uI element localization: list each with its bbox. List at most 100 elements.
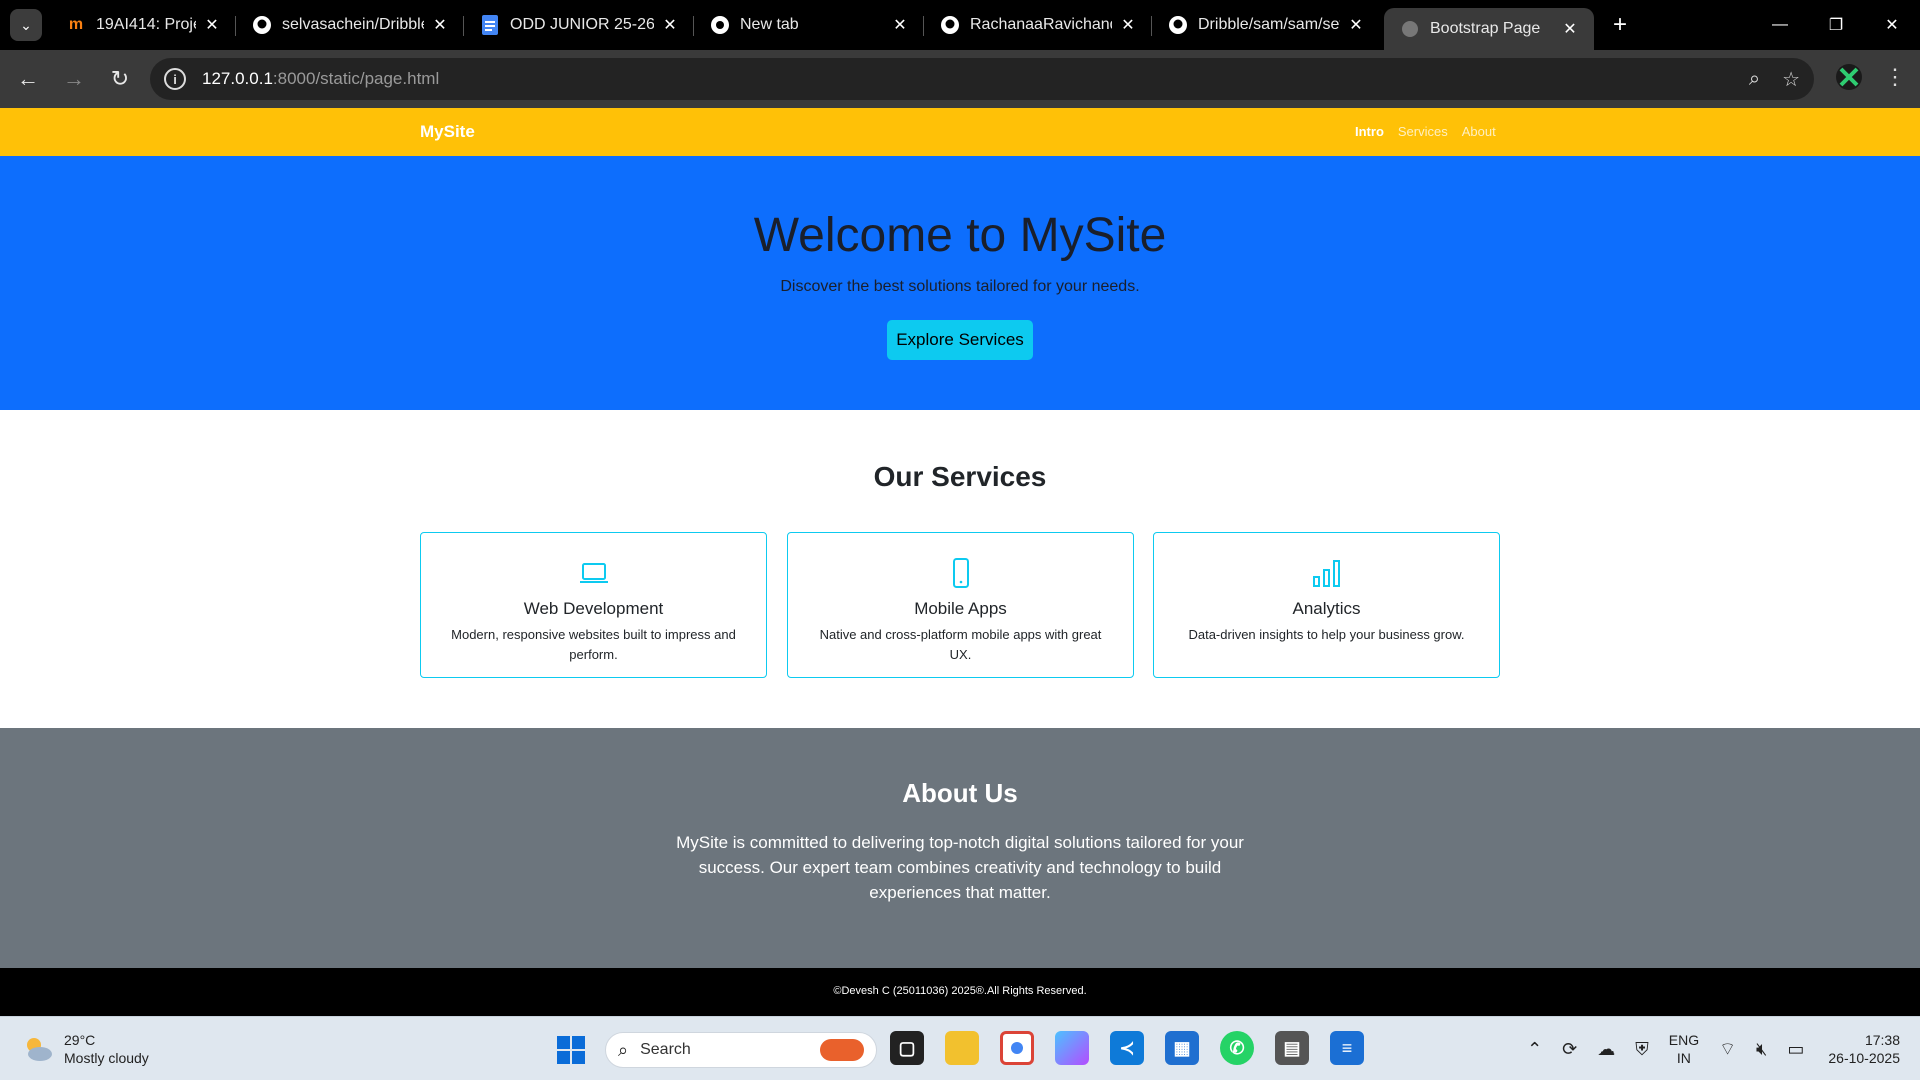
tab-7-active[interactable]: Bootstrap Page ✕ xyxy=(1384,8,1594,50)
weather-temperature: 29°C xyxy=(64,1032,96,1048)
zoom-icon[interactable]: ⌕ xyxy=(1749,68,1760,91)
extension-icon[interactable] xyxy=(1834,62,1864,92)
services-heading: Our Services xyxy=(873,461,1047,492)
forward-button[interactable]: → xyxy=(54,59,94,99)
site-footer: ©Devesh C (25011036) 2025®.All Rights Re… xyxy=(0,968,1920,1016)
phone-icon xyxy=(952,558,969,588)
url-text[interactable]: 127.0.0.1:8000/static/page.html xyxy=(202,69,439,89)
close-tab-icon[interactable]: ✕ xyxy=(1118,15,1138,35)
close-tab-icon[interactable]: ✕ xyxy=(890,15,910,35)
onedrive-icon[interactable]: ☁ xyxy=(1597,1039,1615,1060)
chrome-taskbar-icon[interactable] xyxy=(1000,1031,1034,1065)
close-tab-icon[interactable]: ✕ xyxy=(430,15,450,35)
bar-chart-icon xyxy=(1312,560,1340,587)
restore-icon: ❐ xyxy=(1828,17,1844,34)
tab-6[interactable]: Dribble/sam/sam/set ✕ xyxy=(1152,0,1380,50)
notepad-icon[interactable]: ≡ xyxy=(1330,1031,1364,1065)
language-indicator[interactable]: ENG IN xyxy=(1669,1031,1699,1067)
search-highlight-icon xyxy=(820,1039,864,1061)
tab-strip: ⌄ m 19AI414: Project - Re ✕ selvasachein… xyxy=(0,0,1920,50)
tab-2[interactable]: selvasachein/Dribble ✕ xyxy=(236,0,464,50)
windows-start-icon[interactable] xyxy=(556,1035,586,1065)
wifi-icon[interactable]: ⌔ xyxy=(1719,1038,1736,1061)
minimize-button[interactable]: — xyxy=(1752,0,1808,50)
card-text: Modern, responsive websites built to imp… xyxy=(451,627,736,662)
weather-description: Mostly cloudy xyxy=(64,1050,149,1066)
service-card-analytics: Analytics Data-driven insights to help y… xyxy=(1153,532,1500,678)
service-card-mobile: Mobile Apps Native and cross-platform mo… xyxy=(787,532,1134,678)
tab-1[interactable]: m 19AI414: Project - Re ✕ xyxy=(50,0,236,50)
tab-title: RachanaaRavichandr xyxy=(970,16,1112,33)
reload-icon: ↻ xyxy=(110,66,130,91)
file-explorer-icon[interactable] xyxy=(945,1031,979,1065)
muted-volume-icon[interactable]: 🔇︎ xyxy=(1756,1039,1767,1060)
service-card-web: Web Development Modern, responsive websi… xyxy=(420,532,767,678)
whatsapp-icon[interactable]: ✆ xyxy=(1220,1031,1254,1065)
tab-title: ODD JUNIOR 25-26 C xyxy=(510,16,654,33)
restore-button[interactable]: ❐ xyxy=(1808,0,1864,50)
taskbar-search[interactable]: ⌕ Search xyxy=(605,1032,877,1068)
github-icon xyxy=(1168,15,1188,35)
card-title: Analytics xyxy=(1292,599,1361,618)
sync-icon[interactable]: ⟳ xyxy=(1562,1039,1577,1060)
ms-store-icon[interactable]: ▦ xyxy=(1165,1031,1199,1065)
battery-icon[interactable]: ▭ xyxy=(1787,1039,1804,1060)
close-tab-icon[interactable]: ✕ xyxy=(1560,19,1580,39)
close-window-button[interactable]: ✕ xyxy=(1864,0,1920,50)
site-navbar: MySite Intro Services About xyxy=(0,108,1920,156)
tab-title: selvasachein/Dribble xyxy=(282,16,424,33)
chevron-down-icon: ⌄ xyxy=(20,16,32,33)
address-bar[interactable]: i 127.0.0.1:8000/static/page.html ⌕ ☆ xyxy=(150,58,1814,100)
clock-date: 26-10-2025 xyxy=(1828,1050,1900,1066)
system-clock[interactable]: 17:38 26-10-2025 xyxy=(1828,1031,1900,1067)
card-text: Native and cross-platform mobile apps wi… xyxy=(819,627,1102,662)
about-heading: About Us xyxy=(902,778,1018,808)
tab-3[interactable]: ODD JUNIOR 25-26 C ✕ xyxy=(464,0,694,50)
tab-title: New tab xyxy=(740,16,799,33)
close-tab-icon[interactable]: ✕ xyxy=(202,15,222,35)
site-brand[interactable]: MySite xyxy=(420,122,475,142)
google-docs-icon xyxy=(480,15,500,35)
windows-taskbar: 29°C Mostly cloudy ⌕ Search ▢ ≺ ▦ ✆ ▤ ≡ … xyxy=(0,1016,1920,1080)
card-text: Data-driven insights to help your busine… xyxy=(1188,627,1465,642)
tab-search-button[interactable]: ⌄ xyxy=(10,9,42,41)
nav-link-about[interactable]: About xyxy=(1462,124,1496,139)
vscode-icon[interactable]: ≺ xyxy=(1110,1031,1144,1065)
chrome-icon xyxy=(710,15,730,35)
back-button[interactable]: ← xyxy=(8,59,48,99)
close-tab-icon[interactable]: ✕ xyxy=(1346,15,1366,35)
url-path: :8000/static/page.html xyxy=(272,69,440,88)
github-icon xyxy=(252,15,272,35)
close-tab-icon[interactable]: ✕ xyxy=(660,15,680,35)
close-icon: ✕ xyxy=(1885,17,1899,34)
explore-services-button[interactable]: Explore Services xyxy=(887,320,1033,360)
site-info-icon[interactable]: i xyxy=(164,68,186,90)
card-title: Mobile Apps xyxy=(914,599,1007,618)
bookmark-star-icon[interactable]: ☆ xyxy=(1782,67,1800,92)
new-tab-button[interactable]: + xyxy=(1602,7,1638,43)
copilot-icon[interactable] xyxy=(1055,1031,1089,1065)
task-view-icon[interactable]: ▢ xyxy=(890,1031,924,1065)
nav-link-intro[interactable]: Intro xyxy=(1355,124,1384,139)
tab-4[interactable]: New tab ✕ xyxy=(694,0,924,50)
reload-button[interactable]: ↻ xyxy=(100,59,140,99)
nav-link-services[interactable]: Services xyxy=(1398,124,1448,139)
arrow-right-icon: → xyxy=(63,66,85,91)
copyright-text: ©Devesh C (25011036) 2025®.All Rights Re… xyxy=(833,985,1087,997)
moodle-icon: m xyxy=(68,16,84,33)
tab-5[interactable]: RachanaaRavichandr ✕ xyxy=(924,0,1152,50)
hero-title: Welcome to MySite xyxy=(753,209,1167,262)
arrow-left-icon: ← xyxy=(17,66,39,91)
security-shield-icon[interactable]: ⛨ xyxy=(1635,1039,1649,1060)
show-hidden-icons-icon[interactable]: ⌃ xyxy=(1527,1039,1542,1060)
language-code: ENG xyxy=(1668,1032,1700,1048)
minimize-icon: — xyxy=(1772,16,1788,33)
region-code: IN xyxy=(1676,1050,1691,1066)
search-placeholder: Search xyxy=(640,1041,691,1058)
calculator-icon[interactable]: ▤ xyxy=(1275,1031,1309,1065)
card-title: Web Development xyxy=(523,599,664,618)
weather-widget[interactable]: 29°C Mostly cloudy xyxy=(22,1031,149,1067)
more-menu-icon[interactable]: ⋮ xyxy=(1884,64,1906,90)
globe-icon xyxy=(1400,19,1420,39)
tab-title: Dribble/sam/sam/set xyxy=(1198,16,1340,33)
